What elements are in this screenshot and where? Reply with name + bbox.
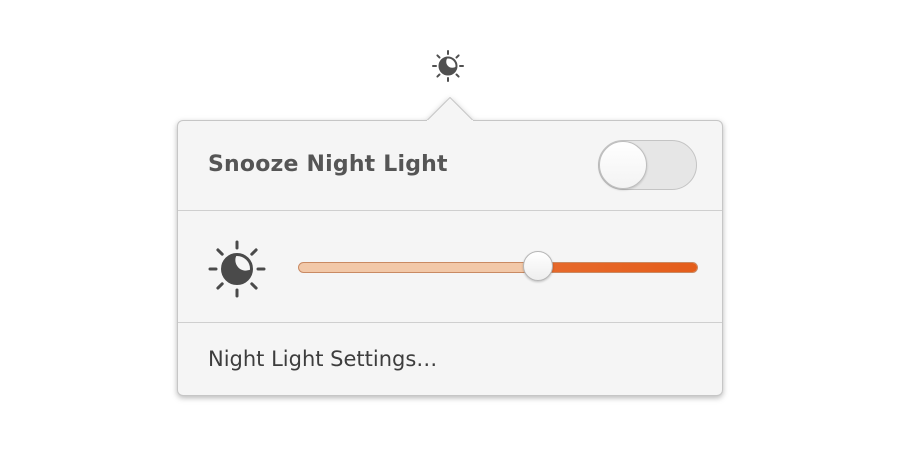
- toggle-knob[interactable]: [599, 141, 647, 189]
- night-light-icon: [207, 239, 267, 299]
- night-light-indicator-icon[interactable]: [431, 49, 465, 83]
- night-light-popover: Snooze Night Light Night Light Settings…: [177, 97, 723, 396]
- temperature-slider-thumb[interactable]: [523, 251, 553, 281]
- popover-body: Snooze Night Light Night Light Settings…: [177, 120, 723, 396]
- settings-label: Night Light Settings…: [208, 347, 438, 371]
- temperature-slider-track[interactable]: [298, 262, 698, 273]
- snooze-label: Snooze Night Light: [208, 152, 448, 177]
- snooze-row: Snooze Night Light: [178, 121, 722, 211]
- temperature-slider-fill: [539, 263, 697, 272]
- temperature-row: [178, 211, 722, 323]
- snooze-toggle-switch[interactable]: [598, 140, 697, 190]
- night-light-settings-item[interactable]: Night Light Settings…: [178, 323, 722, 395]
- popover-arrow: [427, 97, 473, 121]
